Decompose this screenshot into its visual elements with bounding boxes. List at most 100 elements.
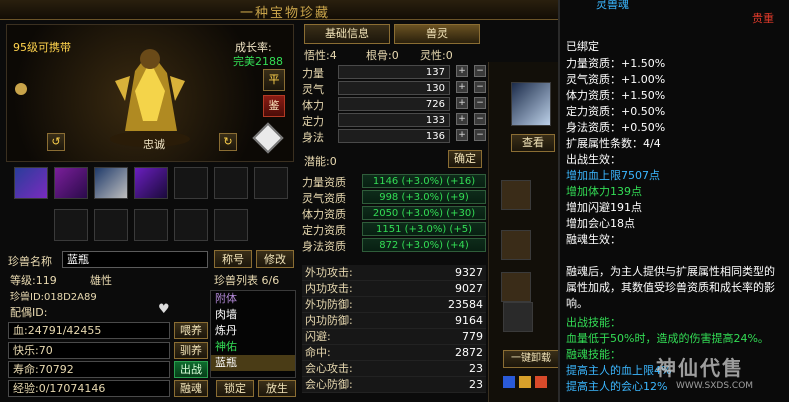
potential-text: 潜能:0 — [304, 155, 337, 168]
combat-value: 9327 — [455, 266, 483, 279]
pet-level-carry: 95级可携带 — [13, 41, 71, 54]
attr-value: 136 — [338, 129, 450, 143]
minus-icon[interactable]: − — [474, 65, 486, 77]
skill-slot-7[interactable] — [254, 167, 288, 199]
list-header: 珍兽列表 6/6 — [214, 274, 280, 287]
combat-value: 23 — [469, 378, 483, 391]
combat-row: 外功攻击: 9327 — [302, 265, 486, 281]
pet-list: 附体 肉墙 炼丹 神佑 蓝瓶 — [210, 290, 296, 378]
skill-slot-10[interactable] — [134, 209, 168, 241]
pet-list-item-selected[interactable]: 蓝瓶 — [211, 355, 295, 371]
aptitude-value: 998 (+3.0%) (+9) — [362, 190, 486, 204]
aptitude-value: 1151 (+3.0%) (+5) — [362, 222, 486, 236]
pet-list-item[interactable]: 炼丹 — [211, 323, 295, 339]
rotate-right-icon[interactable]: ↻ — [219, 133, 237, 151]
spirit-slot-d[interactable] — [503, 302, 533, 332]
life-field: 寿命:70792 — [8, 361, 170, 378]
attr-row: 身法 136 + − — [302, 129, 486, 145]
pet-display: 95级可携带 成长率: 完美2188 忠诚 平 鉴 ↺ ↻ — [6, 24, 294, 162]
combat-label: 会心防御: — [305, 378, 353, 391]
name-label: 珍兽名称 — [8, 255, 52, 268]
small-item-icon[interactable] — [519, 376, 531, 388]
skill-slot-9[interactable] — [94, 209, 128, 241]
aptitude-row: 定力资质 1151 (+3.0%) (+5) — [302, 222, 486, 238]
effect-line: 增加血上限7507点 — [566, 169, 660, 182]
plus-icon[interactable]: + — [456, 129, 468, 141]
spirit-slot-c[interactable] — [501, 272, 531, 302]
pet-list-item[interactable]: 肉墙 — [211, 307, 295, 323]
skill-slot-8[interactable] — [54, 209, 88, 241]
combat-label: 会心攻击: — [305, 362, 353, 375]
minus-icon[interactable]: − — [474, 113, 486, 125]
skill-slot-12[interactable] — [214, 209, 248, 241]
plus-icon[interactable]: + — [456, 113, 468, 125]
title-button[interactable]: 称号 — [214, 250, 252, 268]
aptitude-label: 力量资质 — [302, 176, 346, 189]
skill-slot-5[interactable] — [174, 167, 208, 199]
attr-row: 定力 133 + − — [302, 113, 486, 129]
feed-button[interactable]: 喂养 — [174, 322, 208, 339]
release-button[interactable]: 放生 — [258, 380, 296, 397]
small-item-icon[interactable] — [503, 376, 515, 388]
pet-list-item[interactable]: 附体 — [211, 291, 295, 307]
lock-button[interactable]: 锁定 — [216, 380, 254, 397]
spirit-main-slot[interactable] — [511, 82, 551, 126]
happy-field: 快乐:70 — [8, 342, 170, 359]
small-item-icon[interactable] — [535, 376, 547, 388]
tame-button[interactable]: 驯养 — [174, 342, 208, 359]
aptitude-value: 2050 (+3.0%) (+30) — [362, 206, 486, 220]
tab-basic-info[interactable]: 基础信息 — [304, 24, 390, 44]
effect-header: 出战生效： — [566, 153, 621, 166]
fuse-skill-header: 融魂技能： — [566, 348, 621, 361]
header-title: 一种宝物珍藏 — [240, 6, 331, 21]
attr-label: 身法 — [302, 131, 324, 144]
fuse-button[interactable]: 融魂 — [174, 380, 208, 397]
fuse-header: 融魂生效： — [566, 233, 621, 246]
gender-text: 雄性 — [90, 274, 112, 287]
orb-icon[interactable] — [15, 83, 27, 95]
ping-button[interactable]: 平 — [263, 69, 285, 91]
jian-button[interactable]: 鉴 — [263, 95, 285, 117]
unload-all-button[interactable]: 一键卸载 — [503, 350, 559, 368]
skill-slot-4[interactable] — [134, 167, 168, 199]
pet-list-item[interactable]: 神佑 — [211, 339, 295, 355]
skill-slot-3[interactable] — [94, 167, 128, 199]
skill-slot-1[interactable] — [14, 167, 48, 199]
spirit-equip-panel: 查看 一键卸载 — [488, 62, 559, 402]
heart-icon: ♥ — [158, 302, 170, 317]
rotate-left-icon[interactable]: ↺ — [47, 133, 65, 151]
attribute-panel: 基础信息 兽灵 悟性:4 根骨:0 灵性:0 力量 137 + − 灵气 130… — [300, 22, 486, 402]
skill-slot-11[interactable] — [174, 209, 208, 241]
attr-rows: 力量 137 + − 灵气 130 + − 体力 726 + − 定力 133 … — [302, 65, 486, 145]
minus-icon[interactable]: − — [474, 129, 486, 141]
confirm-button[interactable]: 确定 — [448, 150, 482, 168]
aptitude-row: 力量资质 1146 (+3.0%) (+16) — [302, 174, 486, 190]
combat-label: 内功攻击: — [305, 282, 353, 295]
combat-label: 外功防御: — [305, 298, 353, 311]
minus-icon[interactable]: − — [474, 81, 486, 93]
skill-slot-2[interactable] — [54, 167, 88, 199]
skill-slot-6[interactable] — [214, 167, 248, 199]
tab-spirit[interactable]: 兽灵 — [394, 24, 480, 44]
spirit-slot-a[interactable] — [501, 180, 531, 210]
fuse-desc: 融魂后，为主人提供与扩展属性相同类型的属性加成，其数值受珍兽资质和成长率的影响。 — [566, 265, 775, 310]
diamond-icon[interactable] — [252, 122, 284, 154]
minus-icon[interactable]: − — [474, 97, 486, 109]
combat-value: 23 — [469, 362, 483, 375]
effect-line: 增加闪避191点 — [566, 201, 642, 214]
view-button[interactable]: 查看 — [511, 134, 555, 152]
combat-row: 闪避: 779 — [302, 329, 486, 345]
name-input[interactable]: 蓝瓶 — [62, 251, 208, 268]
fight-button[interactable]: 出战 — [174, 361, 208, 378]
fuse-skill-2: 提高主人的会心12% — [566, 380, 668, 393]
plus-icon[interactable]: + — [456, 65, 468, 77]
level-text: 等级:119 — [10, 274, 57, 287]
plus-icon[interactable]: + — [456, 81, 468, 93]
plus-icon[interactable]: + — [456, 97, 468, 109]
modify-button[interactable]: 修改 — [256, 250, 294, 268]
hp-field: 血:24791/42455 — [8, 322, 170, 339]
attr-value: 130 — [338, 81, 450, 95]
spirit-slot-b[interactable] — [501, 230, 531, 260]
aptitude-row: 灵气资质 998 (+3.0%) (+9) — [302, 190, 486, 206]
aptitude-row: 体力资质 2050 (+3.0%) (+30) — [302, 206, 486, 222]
